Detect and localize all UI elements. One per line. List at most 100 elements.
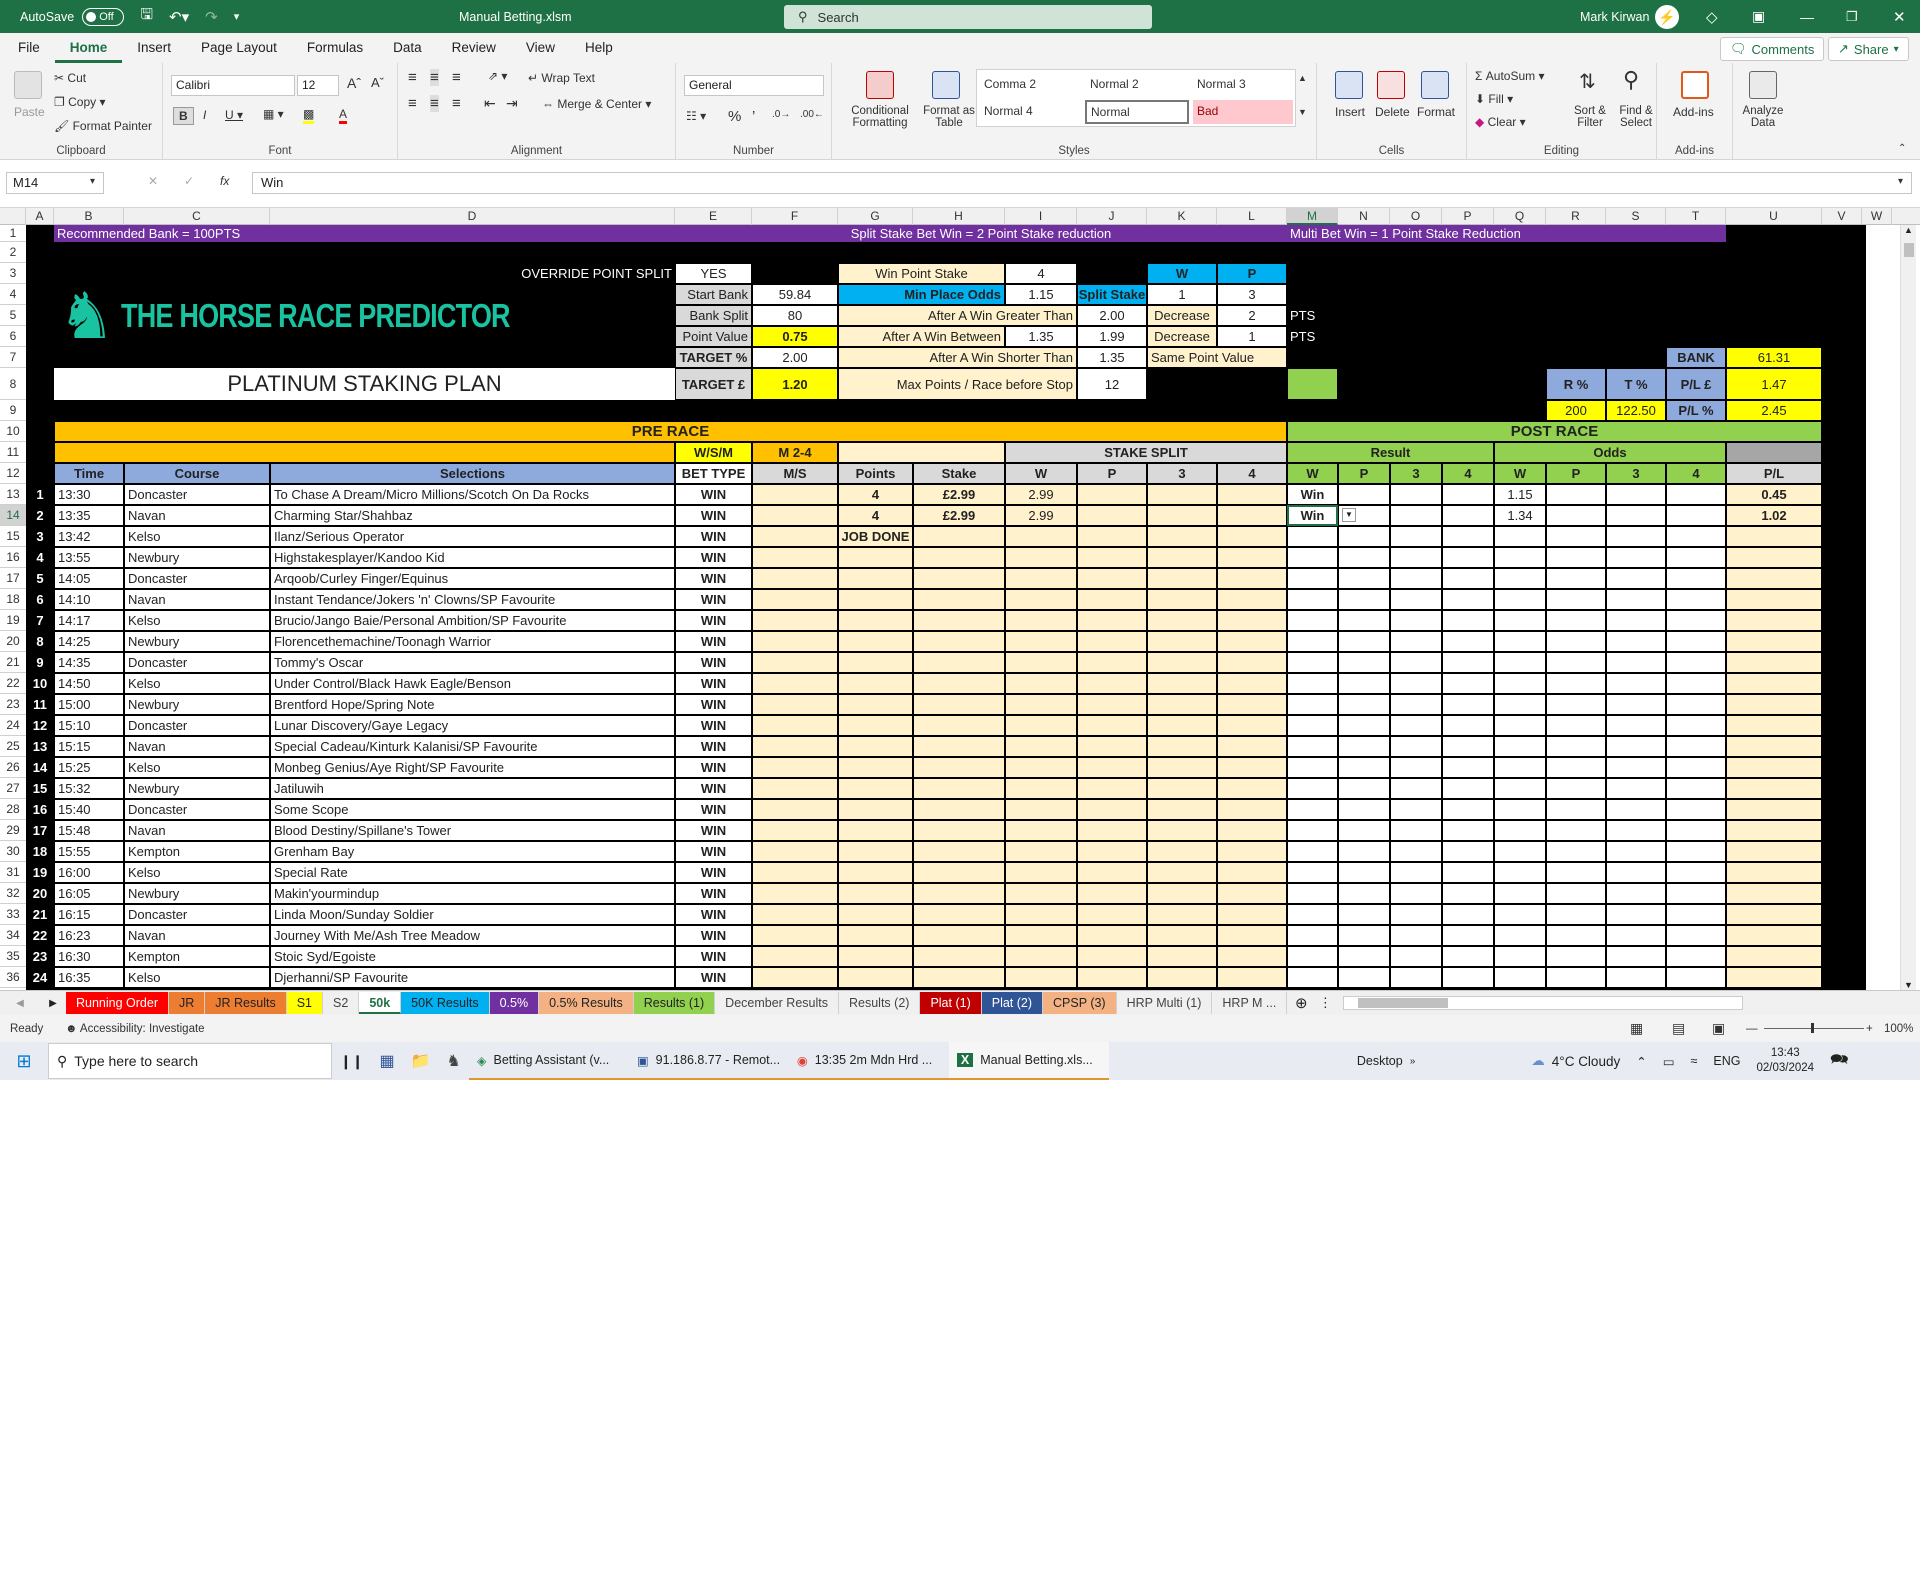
result-cell[interactable] — [1338, 736, 1390, 757]
after-win-shorter-cell[interactable]: 1.35 — [1077, 347, 1147, 368]
odds-cell[interactable] — [1546, 967, 1606, 988]
race-selections-cell[interactable]: Instant Tendance/Jokers 'n' Clowns/SP Fa… — [270, 589, 675, 610]
result-cell[interactable] — [1338, 694, 1390, 715]
odds-w-cell[interactable] — [1494, 820, 1546, 841]
race-selections-cell[interactable]: Makin'yourmindup — [270, 883, 675, 904]
bet-type-cell[interactable]: WIN — [675, 526, 752, 547]
sheet-tab-hrp-m[interactable]: HRP M ... — [1212, 992, 1288, 1014]
split-w-stake-cell[interactable] — [1005, 631, 1077, 652]
race-time-cell[interactable]: 13:55 — [54, 547, 124, 568]
comma-icon[interactable]: ’ — [752, 108, 755, 125]
pl-cell[interactable] — [1726, 820, 1822, 841]
vertical-scroll-thumb[interactable] — [1904, 243, 1914, 257]
odds-cell[interactable] — [1666, 589, 1726, 610]
odds-cell[interactable] — [1546, 904, 1606, 925]
result-cell[interactable] — [1338, 820, 1390, 841]
font-name-select[interactable]: Calibri — [171, 75, 295, 96]
split-w-stake-cell[interactable] — [1005, 547, 1077, 568]
bet-type-cell[interactable]: WIN — [675, 673, 752, 694]
row-header-2[interactable]: 2 — [0, 242, 26, 263]
pl-cell[interactable] — [1726, 547, 1822, 568]
horse-app-icon[interactable]: ♞ — [439, 1042, 469, 1080]
stake-cell[interactable]: £2.99 — [913, 505, 1005, 526]
merge-center-button[interactable]: ⇔ Merge & Center ▾ — [542, 97, 651, 111]
odds-cell[interactable] — [1546, 631, 1606, 652]
namebox-chevron-icon[interactable]: ▾ — [90, 176, 95, 187]
result-w-cell[interactable] — [1287, 589, 1338, 610]
result-cell[interactable] — [1390, 568, 1442, 589]
battery-icon[interactable]: ▭ — [1655, 1042, 1683, 1080]
split-stake-cell[interactable] — [1217, 652, 1287, 673]
odds-cell[interactable] — [1606, 736, 1666, 757]
odds-cell[interactable] — [1606, 715, 1666, 736]
points-cell[interactable]: 4 — [838, 484, 913, 505]
split-stake-cell[interactable] — [1077, 967, 1147, 988]
stake-cell[interactable] — [913, 946, 1005, 967]
result-cell[interactable] — [1338, 967, 1390, 988]
result-w-cell[interactable]: Win — [1287, 484, 1338, 505]
sort-filter-button[interactable]: Sort & Filter — [1567, 105, 1613, 129]
calendar-app-icon[interactable]: ▦ — [371, 1042, 402, 1080]
bet-type-cell[interactable]: WIN — [675, 736, 752, 757]
stake-cell[interactable] — [913, 883, 1005, 904]
bet-type-cell[interactable]: WIN — [675, 757, 752, 778]
odds-cell[interactable] — [1606, 610, 1666, 631]
cancel-icon[interactable]: ✕ — [148, 174, 158, 188]
result-cell[interactable] — [1390, 505, 1442, 526]
sheet-tab-running-order[interactable]: Running Order — [66, 992, 169, 1014]
split-w-stake-cell[interactable] — [1005, 526, 1077, 547]
odds-cell[interactable] — [1546, 589, 1606, 610]
stake-cell[interactable] — [913, 610, 1005, 631]
split-stake-cell[interactable] — [1077, 652, 1147, 673]
desktop-toolbar[interactable]: Desktop» — [1349, 1042, 1423, 1080]
split-stake-cell[interactable] — [1217, 673, 1287, 694]
font-size-select[interactable]: 12 — [297, 75, 339, 96]
scroll-up-icon[interactable]: ▲ — [1904, 225, 1913, 235]
row-header-29[interactable]: 29 — [0, 820, 26, 841]
odds-w-cell[interactable] — [1494, 736, 1546, 757]
result-w-cell[interactable] — [1287, 799, 1338, 820]
result-cell[interactable] — [1390, 904, 1442, 925]
bet-type-cell[interactable]: WIN — [675, 820, 752, 841]
split-w-stake-cell[interactable] — [1005, 589, 1077, 610]
result-cell[interactable] — [1338, 904, 1390, 925]
odds-cell[interactable] — [1546, 505, 1606, 526]
split-stake-cell[interactable] — [1147, 862, 1217, 883]
split-w-stake-cell[interactable] — [1005, 841, 1077, 862]
result-cell[interactable] — [1390, 820, 1442, 841]
stake-cell[interactable] — [913, 904, 1005, 925]
clear-button[interactable]: ◆ Clear ▾ — [1475, 115, 1526, 129]
split-stake-cell[interactable] — [1147, 799, 1217, 820]
orientation-icon[interactable]: ⇗ ▾ — [488, 69, 507, 83]
result-cell[interactable] — [1390, 925, 1442, 946]
odds-w-cell[interactable] — [1494, 631, 1546, 652]
odds-cell[interactable] — [1546, 820, 1606, 841]
split-w-stake-cell[interactable]: 2.99 — [1005, 505, 1077, 526]
ms-cell[interactable] — [752, 967, 838, 988]
race-selections-cell[interactable]: Ilanz/Serious Operator — [270, 526, 675, 547]
split-w-cell[interactable]: 1 — [1147, 284, 1217, 305]
column-header-l[interactable]: L — [1217, 208, 1287, 225]
split-stake-cell[interactable] — [1147, 820, 1217, 841]
ms-cell[interactable] — [752, 547, 838, 568]
pl-cell[interactable]: 1.02 — [1726, 505, 1822, 526]
row-header-36[interactable]: 36 — [0, 967, 26, 988]
race-time-cell[interactable]: 16:30 — [54, 946, 124, 967]
odds-w-cell[interactable] — [1494, 694, 1546, 715]
race-course-cell[interactable]: Kempton — [124, 841, 270, 862]
split-stake-cell[interactable] — [1217, 610, 1287, 631]
diamond-icon[interactable]: ◇ — [1706, 8, 1718, 26]
split-p-cell[interactable]: 3 — [1217, 284, 1287, 305]
odds-cell[interactable] — [1666, 778, 1726, 799]
taskbar-app-betting-assistant[interactable]: ◈ Betting Assistant (v... — [468, 1042, 629, 1080]
odds-cell[interactable] — [1666, 904, 1726, 925]
result-cell[interactable] — [1442, 967, 1494, 988]
bet-type-cell[interactable]: WIN — [675, 652, 752, 673]
result-cell[interactable] — [1338, 715, 1390, 736]
race-time-cell[interactable]: 13:35 — [54, 505, 124, 526]
pl-cell[interactable] — [1726, 736, 1822, 757]
split-stake-cell[interactable] — [1147, 946, 1217, 967]
result-cell[interactable] — [1338, 799, 1390, 820]
race-course-cell[interactable]: Navan — [124, 820, 270, 841]
split-w-stake-cell[interactable] — [1005, 757, 1077, 778]
